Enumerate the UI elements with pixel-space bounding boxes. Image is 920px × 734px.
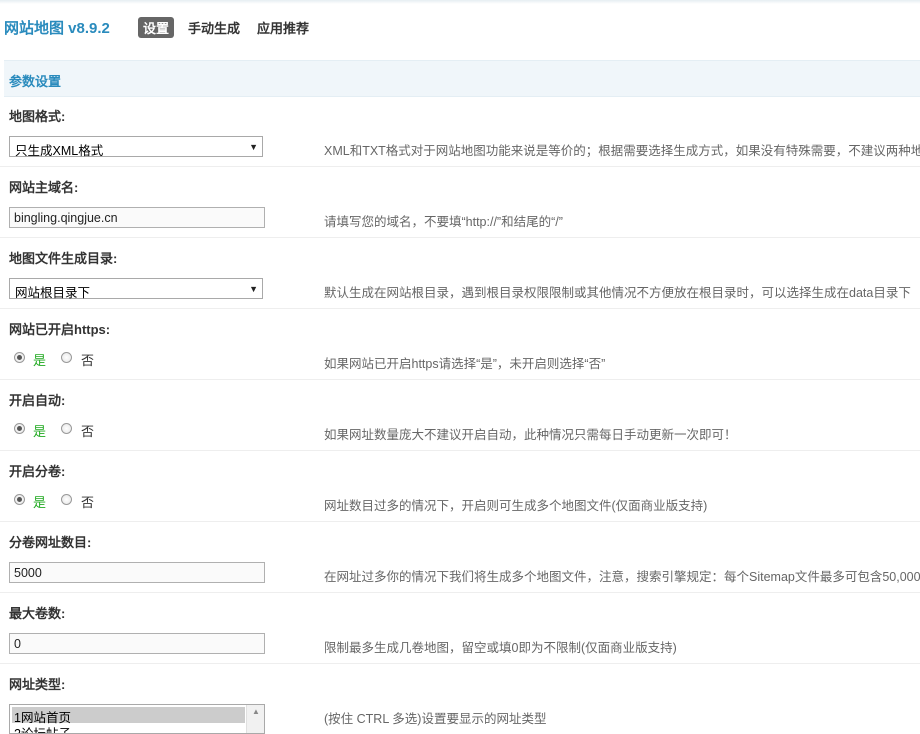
output-dir-hint: 默认生成在网站根目录，遇到根目录权限限制或其他情况不方便放在根目录时，可以选择生… [324,286,911,300]
output-dir-label: 地图文件生成目录: [9,251,118,266]
map-format-hint: XML和TXT格式对于网站地图功能来说是等价的；根据需要选择生成方式，如果没有特… [324,144,920,158]
split-no-radio[interactable] [61,494,72,505]
row-auto: 开启自动: 是 否 如果网址数量庞大不建议开启自动，此种情况只需每日手动更新一次… [0,380,920,451]
auto-yes-label[interactable]: 是 [33,421,46,440]
map-format-label: 地图格式: [9,109,66,124]
https-yes-radio[interactable] [14,352,25,363]
auto-label: 开启自动: [9,393,66,408]
row-output-dir: 地图文件生成目录: 网站根目录下 ▼ 默认生成在网站根目录，遇到根目录权限限制或… [0,238,920,309]
split-yes-label[interactable]: 是 [33,492,46,511]
split-count-input[interactable] [9,562,265,583]
section-header: 参数设置 [4,60,920,97]
row-split: 开启分卷: 是 否 网址数目过多的情况下，开启则可生成多个地图文件(仅面商业版支… [0,451,920,522]
row-https: 网站已开启https: 是 否 如果网站已开启https请选择“是”，未开启则选… [0,309,920,380]
output-dir-value: 网站根目录下 [15,286,91,300]
https-no-radio[interactable] [61,352,72,363]
split-radio-group: 是 否 [14,492,214,511]
url-types-hint: (按住 CTRL 多选)设置要显示的网址类型 [324,712,547,726]
row-max-volumes: 最大卷数: 限制最多生成几卷地图，留空或填0即为不限制(仅面商业版支持) [0,593,920,664]
https-no-label[interactable]: 否 [81,350,94,369]
map-format-value: 只生成XML格式 [15,144,104,158]
row-domain: 网站主域名: 请填写您的域名，不要填“http://”和结尾的“/” [0,167,920,238]
chevron-down-icon: ▼ [249,284,258,294]
domain-input[interactable] [9,207,265,228]
max-volumes-label: 最大卷数: [9,606,66,621]
row-split-count: 分卷网址数目: 在网址过多你的情况下我们将生成多个地图文件，注意，搜索引擎规定：… [0,522,920,593]
https-hint: 如果网站已开启https请选择“是”，未开启则选择“否” [324,357,606,371]
split-count-label: 分卷网址数目: [9,535,92,550]
map-format-select[interactable]: 只生成XML格式 ▼ [9,136,263,158]
https-label: 网站已开启https: [9,322,111,337]
url-types-label: 网址类型: [9,677,66,692]
row-map-format: 地图格式: 只生成XML格式 ▼ XML和TXT格式对于网站地图功能来说是等价的… [0,96,920,167]
list-item[interactable]: 2论坛帖子 [12,723,245,733]
split-label: 开启分卷: [9,464,66,479]
auto-yes-radio[interactable] [14,423,25,434]
split-yes-radio[interactable] [14,494,25,505]
chevron-up-icon: ▲ [252,707,260,716]
max-volumes-hint: 限制最多生成几卷地图，留空或填0即为不限制(仅面商业版支持) [324,641,677,655]
section-title: 参数设置 [9,74,62,89]
https-yes-label[interactable]: 是 [33,350,46,369]
split-hint: 网址数目过多的情况下，开启则可生成多个地图文件(仅面商业版支持) [324,499,708,513]
max-volumes-input[interactable] [9,633,265,654]
header-bar: 网站地图 v8.9.2 设置 手动生成 应用推荐 [0,14,920,40]
output-dir-select[interactable]: 网站根目录下 ▼ [9,278,263,300]
app-title: 网站地图 v8.9.2 [4,20,110,37]
tab-app-recommend[interactable]: 应用推荐 [252,17,314,38]
chevron-down-icon: ▼ [249,142,258,152]
auto-hint: 如果网址数量庞大不建议开启自动，此种情况只需每日手动更新一次即可！ [324,428,737,442]
split-no-label[interactable]: 否 [81,492,94,511]
auto-radio-group: 是 否 [14,421,214,440]
https-radio-group: 是 否 [14,350,214,369]
split-count-hint: 在网址过多你的情况下我们将生成多个地图文件，注意，搜索引擎规定：每个Sitema… [324,570,920,584]
tab-settings[interactable]: 设置 [138,17,175,38]
tab-manual-generate[interactable]: 手动生成 [183,17,245,38]
domain-hint: 请填写您的域名，不要填“http://”和结尾的“/” [324,215,563,229]
top-gradient-line [0,0,920,4]
auto-no-radio[interactable] [61,423,72,434]
domain-label: 网站主域名: [9,180,79,195]
list-item[interactable]: 1网站首页 [12,707,245,725]
auto-no-label[interactable]: 否 [81,421,94,440]
